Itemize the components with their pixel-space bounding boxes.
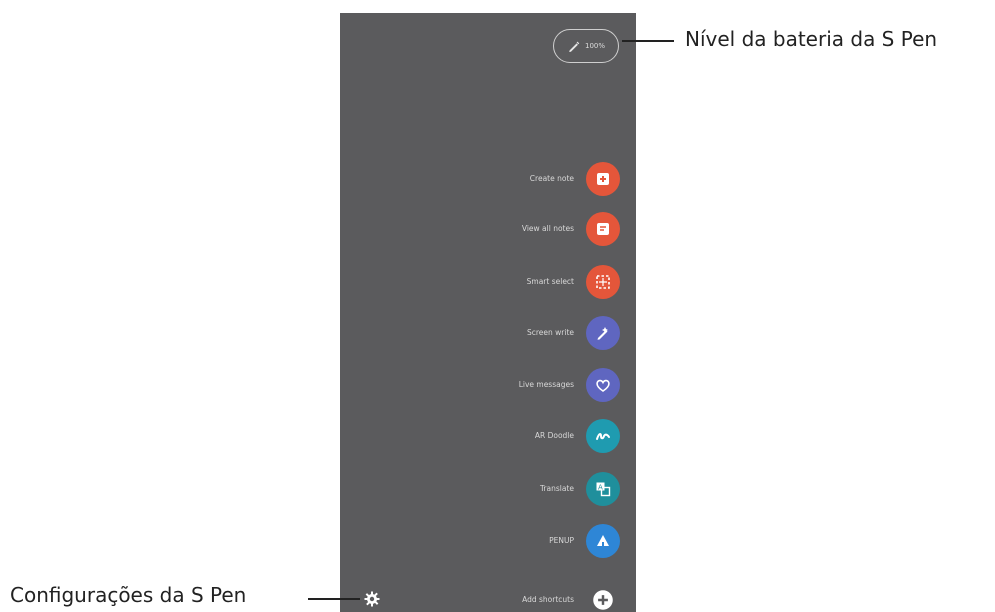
note-plus-icon [586, 162, 620, 196]
spen-icon [569, 41, 580, 52]
smart-select-icon [586, 265, 620, 299]
add-icon [586, 583, 620, 612]
shortcut-label: View all notes [521, 224, 574, 233]
shortcut-label: Create note [529, 174, 574, 183]
shortcut-label: Add shortcuts [522, 595, 574, 604]
shortcut-label: AR Doodle [534, 431, 574, 440]
shortcut-screen-write[interactable]: Screen write [340, 316, 636, 350]
shortcut-create-note[interactable]: Create note [340, 162, 636, 196]
battery-callout-line [622, 40, 674, 42]
shortcut-ar-doodle[interactable]: AR Doodle [340, 419, 636, 453]
screen-write-icon [586, 316, 620, 350]
penup-icon [586, 524, 620, 558]
shortcut-view-all-notes[interactable]: View all notes [340, 212, 636, 246]
heart-icon [586, 368, 620, 402]
shortcut-label: Translate [539, 484, 574, 493]
battery-level-text: 100% [584, 42, 605, 50]
settings-callout-label: Configurações da S Pen [10, 583, 247, 607]
shortcut-label: PENUP [549, 536, 574, 545]
shortcut-add-shortcuts[interactable]: Add shortcuts [340, 583, 636, 612]
shortcut-label: Live messages [518, 380, 574, 389]
doodle-icon [586, 419, 620, 453]
notes-icon [586, 212, 620, 246]
shortcut-label: Smart select [526, 277, 574, 286]
shortcut-translate[interactable]: Translate A [340, 472, 636, 506]
shortcut-penup[interactable]: PENUP [340, 524, 636, 558]
translate-icon: A [586, 472, 620, 506]
shortcut-smart-select[interactable]: Smart select [340, 265, 636, 299]
svg-text:A: A [598, 484, 603, 492]
shortcut-live-messages[interactable]: Live messages [340, 368, 636, 402]
shortcut-label: Screen write [526, 328, 574, 337]
spen-battery-indicator: 100% [553, 29, 619, 63]
battery-callout-label: Nível da bateria da S Pen [685, 27, 938, 51]
air-command-panel: 100% Create note View all notes Smart se… [340, 13, 636, 612]
settings-callout-line [308, 598, 360, 600]
settings-gear-icon[interactable] [364, 591, 380, 607]
